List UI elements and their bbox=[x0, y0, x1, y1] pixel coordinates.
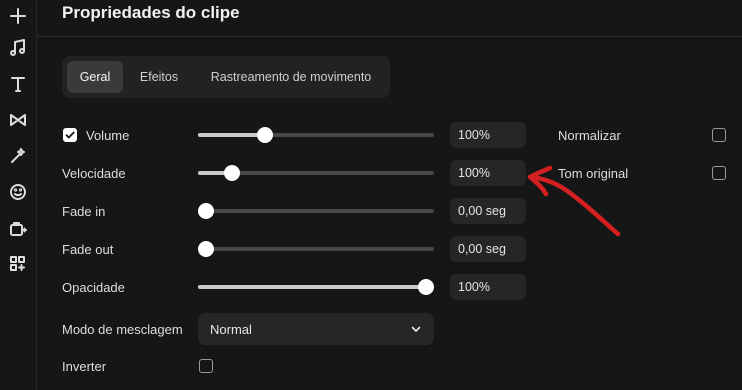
fade-out-slider[interactable] bbox=[198, 238, 434, 260]
sticker-icon[interactable] bbox=[4, 178, 32, 206]
text-icon[interactable] bbox=[4, 70, 32, 98]
opacity-slider[interactable] bbox=[198, 276, 434, 298]
speed-label: Velocidade bbox=[62, 166, 126, 181]
plugin-icon[interactable] bbox=[4, 214, 32, 242]
fade-out-slider-thumb[interactable] bbox=[198, 241, 214, 257]
tab-efeitos[interactable]: Efeitos bbox=[128, 61, 190, 93]
chevron-down-icon bbox=[411, 326, 421, 332]
effects-icon[interactable] bbox=[4, 142, 32, 170]
invert-label: Inverter bbox=[62, 359, 107, 374]
speed-slider[interactable] bbox=[198, 162, 434, 184]
clip-properties-window: Propriedades do clipe Geral Efeitos Rast… bbox=[0, 0, 742, 390]
volume-label: Volume bbox=[86, 128, 130, 143]
volume-value-input[interactable]: 100% bbox=[450, 122, 526, 148]
fade-in-label: Fade in bbox=[62, 204, 106, 219]
opacity-slider-thumb[interactable] bbox=[418, 279, 434, 295]
speed-slider-thumb[interactable] bbox=[224, 165, 241, 181]
normalize-label: Normalizar bbox=[558, 128, 621, 143]
add-icon[interactable] bbox=[4, 2, 32, 30]
fade-in-slider-thumb[interactable] bbox=[198, 203, 214, 219]
fade-out-label: Fade out bbox=[62, 242, 114, 257]
opacity-value-input[interactable]: 100% bbox=[450, 274, 526, 300]
fade-out-value-input[interactable]: 0,00 seg bbox=[450, 236, 526, 262]
normalize-checkbox[interactable] bbox=[712, 128, 726, 142]
volume-checkbox[interactable] bbox=[63, 128, 77, 142]
annotation-arrow bbox=[527, 165, 621, 237]
left-toolbar bbox=[0, 0, 37, 390]
tab-rastreamento[interactable]: Rastreamento de movimento bbox=[198, 61, 384, 93]
opacity-label: Opacidade bbox=[62, 280, 125, 295]
blend-mode-label: Modo de mesclagem bbox=[62, 322, 183, 337]
original-pitch-checkbox[interactable] bbox=[712, 166, 726, 180]
blend-mode-select[interactable]: Normal bbox=[198, 313, 434, 345]
volume-slider[interactable] bbox=[198, 124, 434, 146]
page-title: Propriedades do clipe bbox=[62, 3, 240, 22]
music-icon[interactable] bbox=[4, 34, 32, 62]
tab-bar: Geral Efeitos Rastreamento de movimento bbox=[62, 56, 390, 98]
fade-in-slider[interactable] bbox=[198, 200, 434, 222]
apps-icon[interactable] bbox=[4, 250, 32, 278]
blend-mode-value: Normal bbox=[210, 322, 252, 337]
speed-value-input[interactable]: 100% bbox=[450, 160, 526, 186]
volume-slider-thumb[interactable] bbox=[257, 127, 274, 143]
invert-checkbox[interactable] bbox=[199, 359, 213, 373]
panel-header: Propriedades do clipe bbox=[37, 0, 742, 37]
tab-geral[interactable]: Geral bbox=[67, 61, 123, 93]
transition-icon[interactable] bbox=[4, 106, 32, 134]
fade-in-value-input[interactable]: 0,00 seg bbox=[450, 198, 526, 224]
